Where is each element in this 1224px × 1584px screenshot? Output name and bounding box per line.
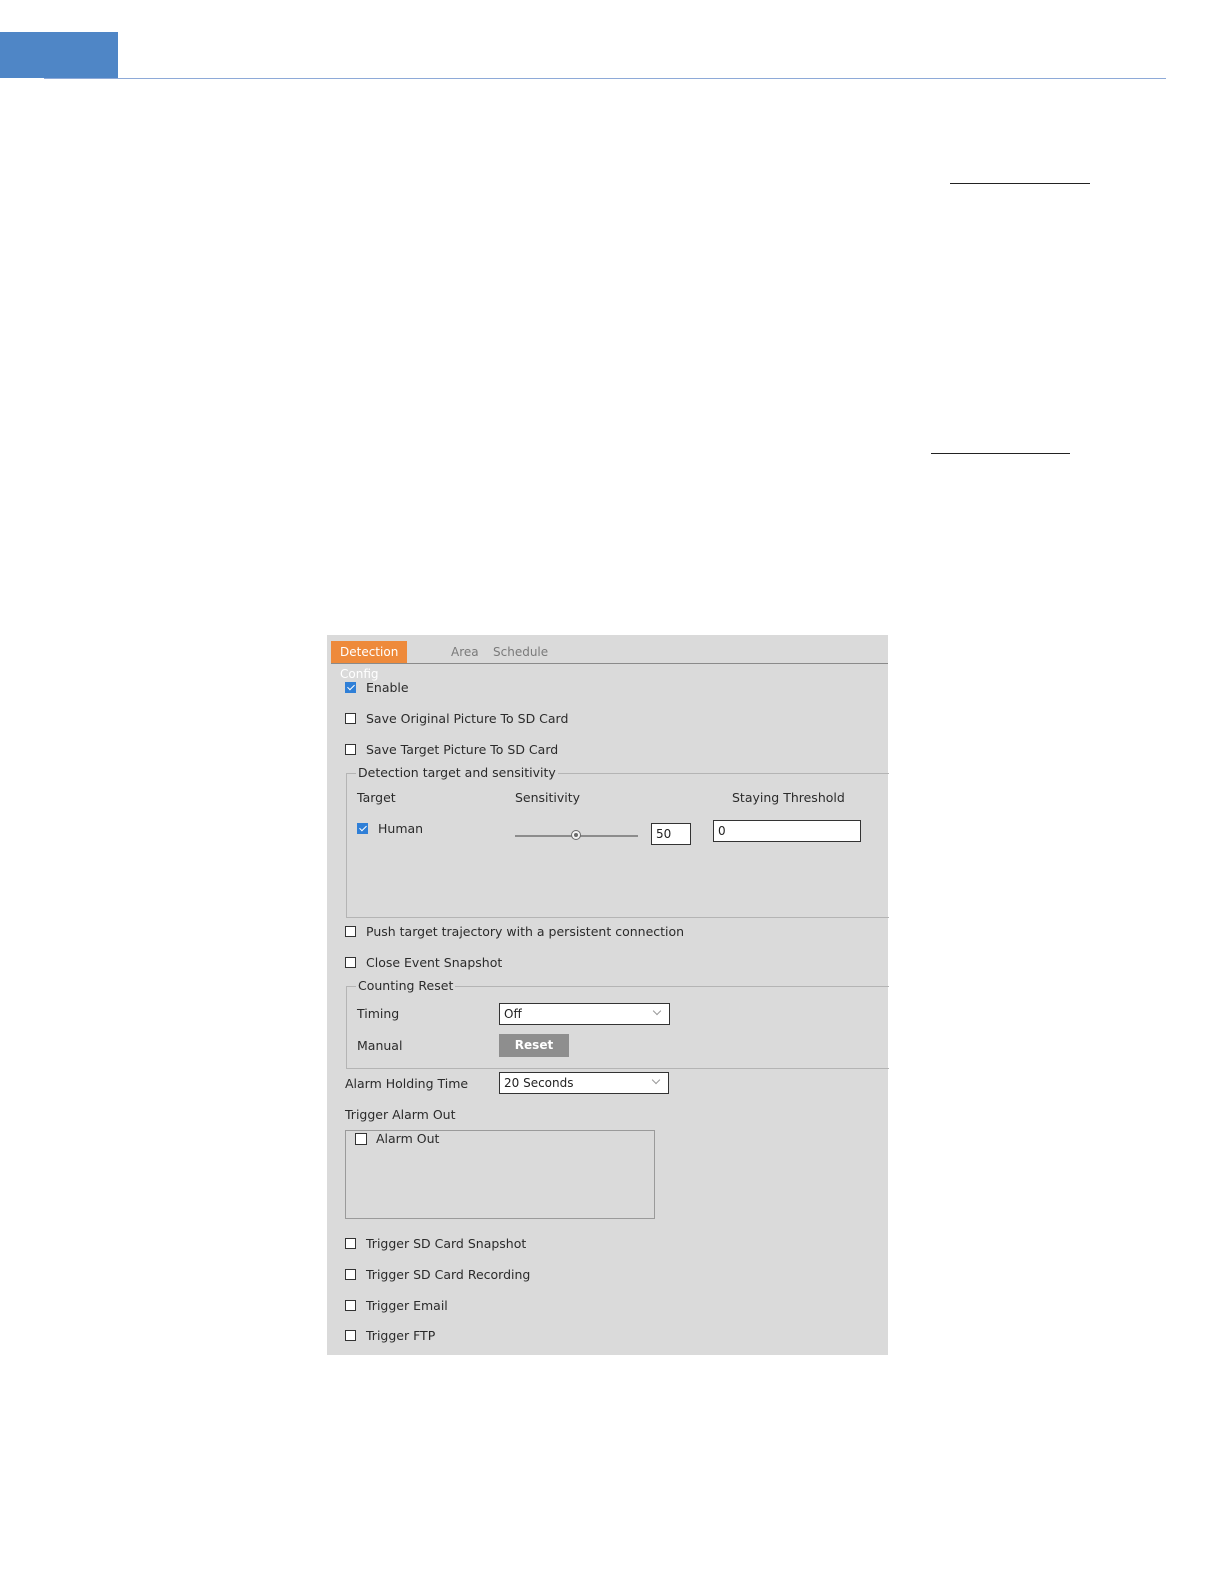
counting-reset-group xyxy=(346,986,889,1069)
chevron-down-icon xyxy=(652,1006,662,1016)
alarm-holding-time-select[interactable]: 20 Seconds xyxy=(499,1072,669,1094)
human-label: Human xyxy=(378,821,424,836)
counting-reset-legend: Counting Reset xyxy=(356,978,456,993)
chevron-down-icon xyxy=(651,1075,661,1085)
alarm-holding-time-value: 20 Seconds xyxy=(504,1076,574,1090)
save-target-picture-checkbox[interactable] xyxy=(345,744,356,755)
timing-select[interactable]: Off xyxy=(499,1003,670,1025)
push-trajectory-label: Push target trajectory with a persistent… xyxy=(366,924,685,939)
save-target-picture-label: Save Target Picture To SD Card xyxy=(366,742,559,757)
reset-button[interactable]: Reset xyxy=(499,1034,569,1057)
alarm-out-label: Alarm Out xyxy=(376,1131,440,1146)
header-color-block xyxy=(0,32,118,78)
staying-threshold-input[interactable]: 0 xyxy=(713,820,861,842)
enable-label: Enable xyxy=(366,680,409,695)
save-original-picture-label: Save Original Picture To SD Card xyxy=(366,711,569,726)
close-event-snapshot-label: Close Event Snapshot xyxy=(366,955,503,970)
fill-blank-line xyxy=(931,453,1070,454)
push-trajectory-checkbox[interactable] xyxy=(345,926,356,937)
sensitivity-slider-handle[interactable] xyxy=(571,830,581,840)
trigger-ftp-label: Trigger FTP xyxy=(366,1328,436,1343)
target-column-header: Target xyxy=(357,790,396,805)
save-original-picture-checkbox[interactable] xyxy=(345,713,356,724)
trigger-sd-recording-label: Trigger SD Card Recording xyxy=(366,1267,531,1282)
human-checkbox[interactable] xyxy=(357,823,368,834)
detection-group-legend: Detection target and sensitivity xyxy=(356,765,558,780)
trigger-sd-snapshot-checkbox[interactable] xyxy=(345,1238,356,1249)
staying-threshold-column-header: Staying Threshold xyxy=(732,790,845,805)
tab-divider xyxy=(331,663,888,664)
sensitivity-input[interactable]: 50 xyxy=(651,823,691,845)
trigger-alarm-out-label: Trigger Alarm Out xyxy=(345,1107,456,1122)
alarm-holding-time-label: Alarm Holding Time xyxy=(345,1076,469,1091)
timing-label: Timing xyxy=(357,1006,400,1021)
timing-select-value: Off xyxy=(504,1007,522,1021)
fill-blank-line xyxy=(950,183,1090,184)
trigger-sd-recording-checkbox[interactable] xyxy=(345,1269,356,1280)
alarm-out-checkbox[interactable] xyxy=(355,1133,367,1145)
sensitivity-column-header: Sensitivity xyxy=(515,790,581,805)
trigger-sd-snapshot-label: Trigger SD Card Snapshot xyxy=(366,1236,527,1251)
tab-schedule[interactable]: Schedule xyxy=(493,641,548,663)
manual-label: Manual xyxy=(357,1038,403,1053)
trigger-email-label: Trigger Email xyxy=(366,1298,448,1313)
trigger-ftp-checkbox[interactable] xyxy=(345,1330,356,1341)
tab-detection-config[interactable]: Detection Config xyxy=(331,641,408,681)
detection-config-panel: Detection Config Area Schedule Enable Sa… xyxy=(327,635,889,1355)
enable-checkbox[interactable] xyxy=(345,682,356,693)
trigger-email-checkbox[interactable] xyxy=(345,1300,356,1311)
header-rule xyxy=(44,78,1166,79)
tab-area[interactable]: Area xyxy=(451,641,479,663)
close-event-snapshot-checkbox[interactable] xyxy=(345,957,356,968)
